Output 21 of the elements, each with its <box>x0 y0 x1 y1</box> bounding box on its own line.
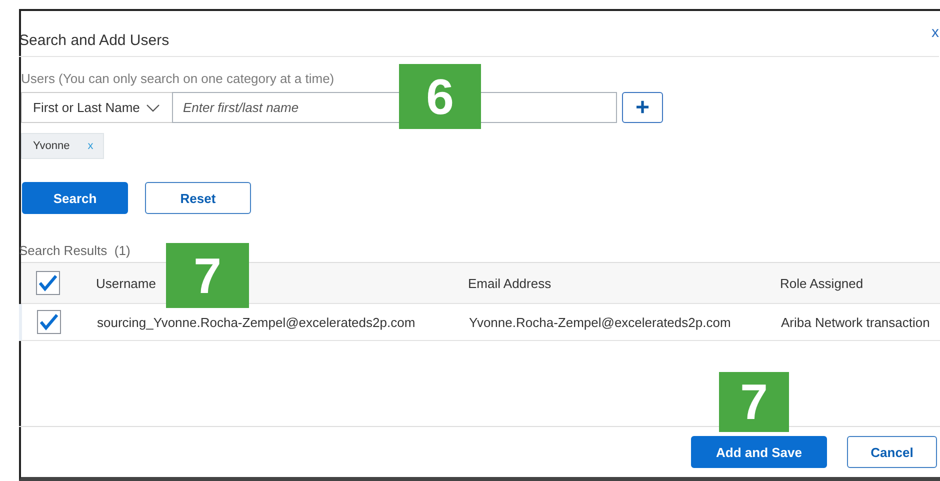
category-select[interactable]: First or Last Name <box>21 92 172 123</box>
chip-label: Yvonne <box>33 140 70 152</box>
close-button[interactable]: x <box>932 24 939 41</box>
column-header: Email Address <box>468 276 552 290</box>
checkbox[interactable] <box>37 310 61 334</box>
table-cell-text: sourcing_Yvonne.Rocha-Zempel@excelerateds2p.com <box>97 314 416 330</box>
column-header: Username <box>96 276 157 290</box>
column-header: Role Assigned <box>780 276 864 290</box>
step-callout: 7 <box>166 243 249 308</box>
reset-button[interactable]: Reset <box>145 182 251 214</box>
add-and-save-button[interactable]: Add and Save <box>691 436 827 468</box>
add-button[interactable]: + <box>622 92 663 123</box>
checkbox[interactable] <box>36 271 60 295</box>
step-callout: 6 <box>399 64 481 129</box>
step-callout: 7 <box>719 372 789 432</box>
chevron-down-icon <box>146 104 160 112</box>
table-cell-text: Yvonne.Rocha-Zempel@excelerateds2p.com <box>469 314 732 330</box>
search-label: Users (You can only search on one category at a time) <box>21 71 336 86</box>
cancel-button[interactable]: Cancel <box>847 436 937 468</box>
table-cell-text: Ariba Network transaction <box>781 314 931 330</box>
search-button[interactable]: Search <box>22 182 128 214</box>
